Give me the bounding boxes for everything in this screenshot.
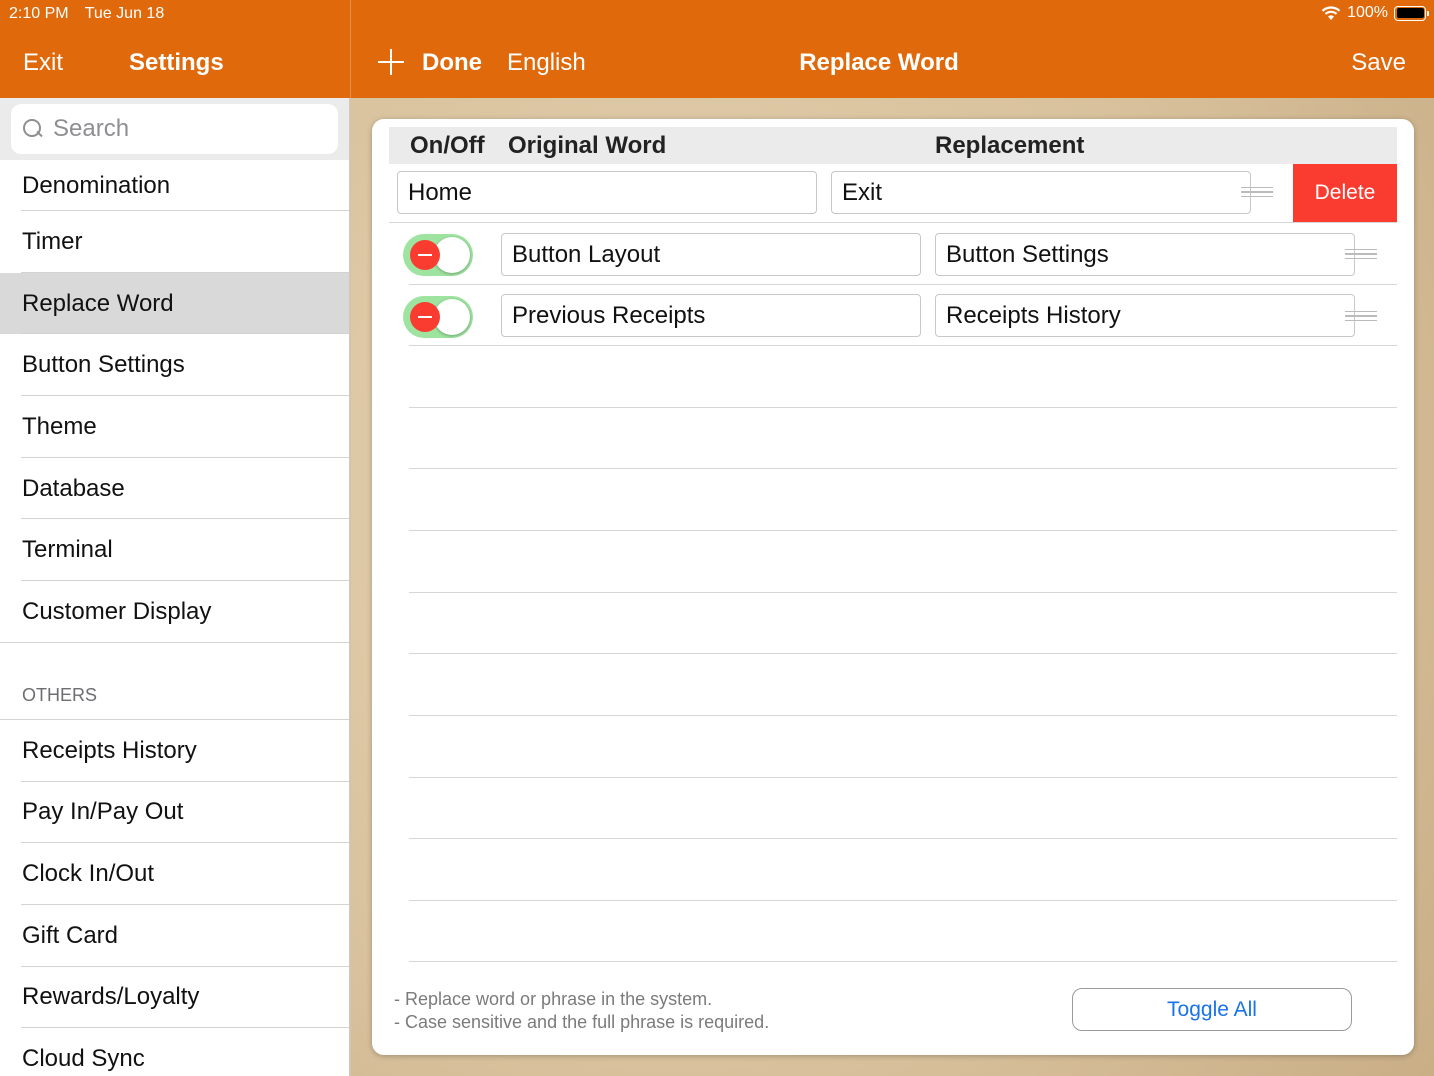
sidebar-item-gift-card[interactable]: Gift Card: [0, 905, 349, 967]
help-note: - Replace word or phrase in the system.: [394, 989, 713, 1009]
row-divider: [389, 222, 1397, 223]
battery-icon: [1394, 5, 1429, 21]
row-divider: [409, 530, 1397, 531]
toggle-all-button[interactable]: Toggle All: [1072, 988, 1352, 1031]
row-divider: [409, 900, 1397, 901]
row-divider: [409, 838, 1397, 839]
page-title: Replace Word: [799, 49, 959, 76]
row-divider: [409, 345, 1397, 346]
sidebar-item-terminal[interactable]: Terminal: [0, 519, 349, 581]
original-word-input[interactable]: [501, 233, 921, 276]
minus-circle-icon[interactable]: [410, 240, 440, 270]
sidebar: Denomination Timer Replace Word Button S…: [0, 98, 350, 1076]
sidebar-item-replace-word[interactable]: Replace Word: [0, 272, 349, 335]
sidebar-item-rewards-loyalty[interactable]: Rewards/Loyalty: [0, 967, 349, 1029]
status-bar-left: 2:10 PM Tue Jun 18: [9, 5, 176, 23]
page-title-wrap: Replace Word: [0, 49, 1434, 77]
search-box[interactable]: [11, 104, 338, 154]
sidebar-item-theme[interactable]: Theme: [0, 396, 349, 458]
search-input[interactable]: [53, 115, 313, 143]
header-original-word: Original Word: [508, 132, 667, 159]
minus-circle-icon[interactable]: [410, 302, 440, 332]
sidebar-item-button-settings[interactable]: Button Settings: [0, 334, 349, 396]
sidebar-item-customer-display[interactable]: Customer Display: [0, 581, 349, 643]
wifi-icon: [1321, 6, 1341, 20]
sidebar-item-receipts-history[interactable]: Receipts History: [0, 720, 349, 782]
row-divider: [409, 653, 1397, 654]
search-icon: [23, 119, 43, 139]
header-onoff: On/Off: [410, 132, 485, 159]
header-replacement: Replacement: [935, 132, 1085, 159]
drag-handle-icon[interactable]: [1345, 249, 1377, 259]
row-divider: [409, 777, 1397, 778]
original-word-input[interactable]: [397, 171, 817, 214]
row-divider: [409, 592, 1397, 593]
drag-handle-icon[interactable]: [1345, 311, 1377, 321]
save-button[interactable]: Save: [1351, 49, 1406, 77]
status-time: 2:10 PM: [9, 5, 69, 22]
status-date: Tue Jun 18: [84, 5, 165, 22]
top-bar: 2:10 PM Tue Jun 18 100% Exit Settings Do…: [0, 0, 1434, 98]
drag-handle-icon[interactable]: [1241, 187, 1273, 197]
replacement-input[interactable]: [935, 294, 1355, 337]
sidebar-item-database[interactable]: Database: [0, 458, 349, 520]
row-divider: [409, 407, 1397, 408]
help-note: - Case sensitive and the full phrase is …: [394, 1012, 770, 1032]
search-bar: [0, 98, 349, 160]
row-divider: [409, 715, 1397, 716]
sidebar-item-denomination[interactable]: Denomination: [0, 160, 349, 211]
section-header-others: OTHERS: [0, 685, 349, 720]
sidebar-item-clock-in-out[interactable]: Clock In/Out: [0, 843, 349, 905]
replacement-input[interactable]: [935, 233, 1355, 276]
status-bar-right: 100%: [1321, 4, 1429, 22]
row-divider: [409, 961, 1397, 962]
delete-button[interactable]: Delete: [1293, 164, 1397, 222]
row-divider: [409, 468, 1397, 469]
sidebar-item-timer[interactable]: Timer: [0, 211, 349, 273]
sidebar-item-cloud-sync[interactable]: Cloud Sync: [0, 1028, 349, 1076]
original-word-input[interactable]: [501, 294, 921, 337]
replacement-input[interactable]: [831, 171, 1251, 214]
sidebar-item-pay-in-pay-out[interactable]: Pay In/Pay Out: [0, 782, 349, 844]
battery-percent: 100%: [1347, 4, 1388, 21]
row-divider: [409, 284, 1397, 285]
